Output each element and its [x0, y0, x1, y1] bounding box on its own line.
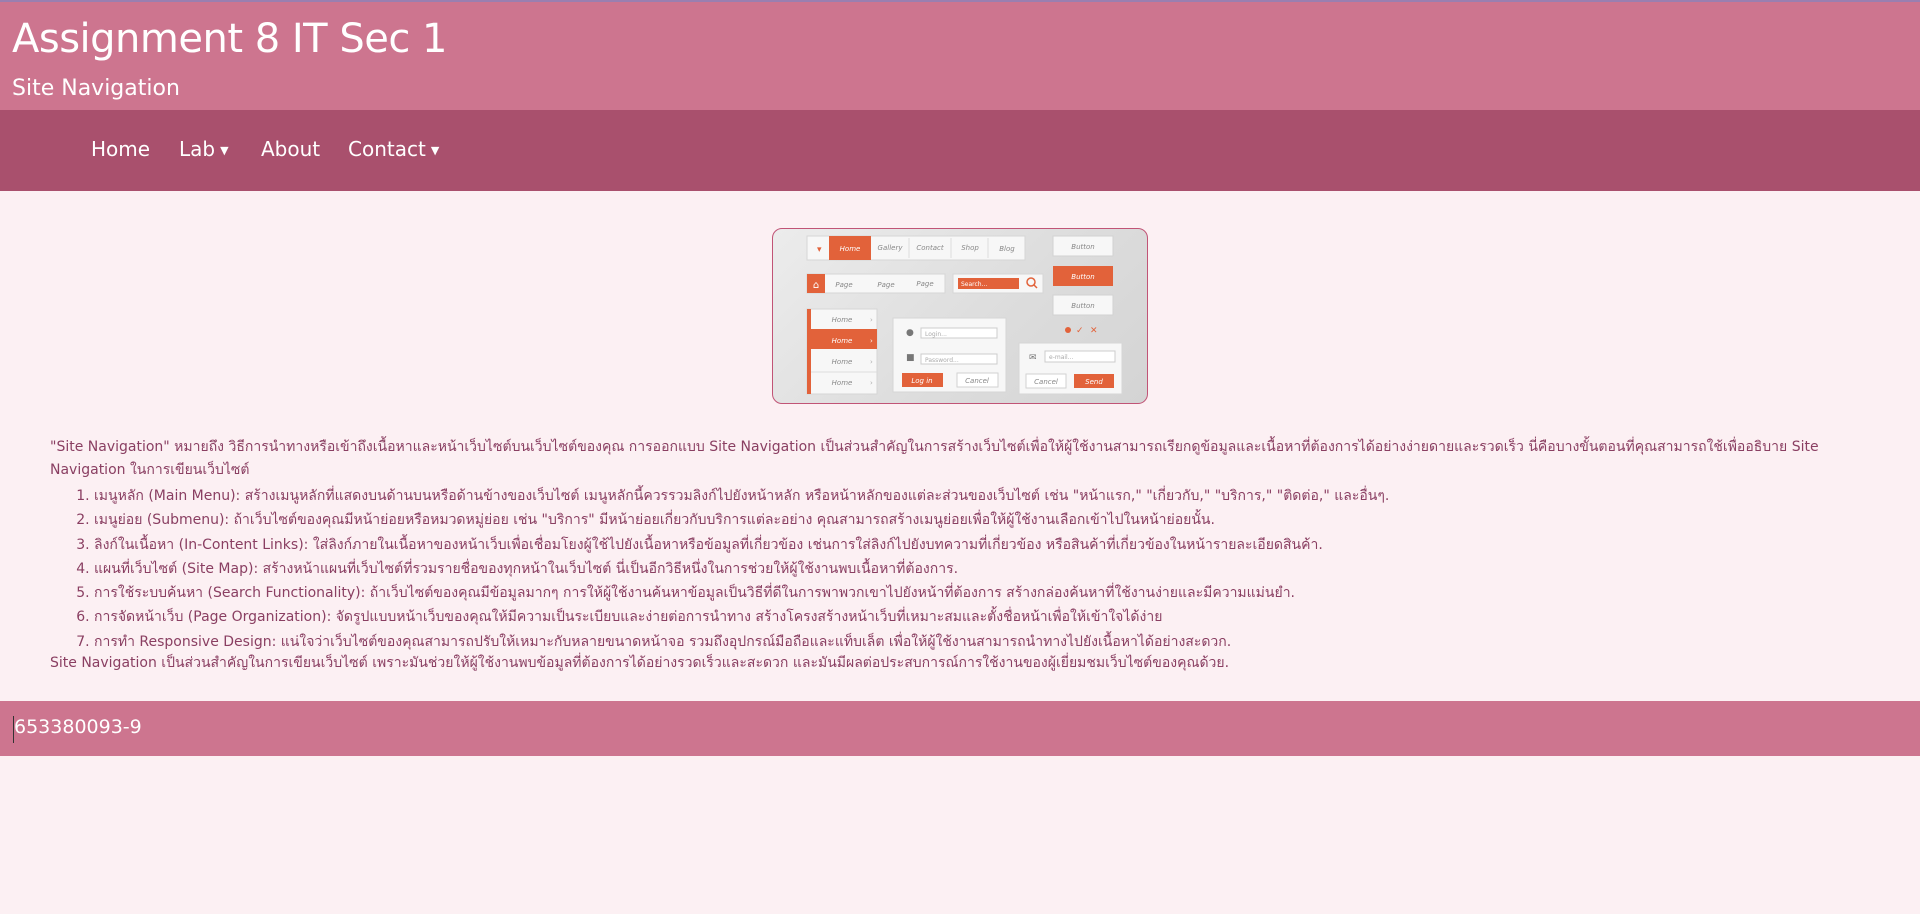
- email-placeholder: e-mail...: [1049, 354, 1074, 361]
- nav-item-contact[interactable]: Contact ▼: [348, 136, 439, 164]
- search-sample: Search...: [952, 273, 1044, 294]
- nav-item-lab-label: Lab: [179, 137, 216, 161]
- breadcrumb-page-label: Page: [877, 281, 894, 289]
- side-menu-sample: Home › Home › Home › Home ›: [806, 308, 878, 395]
- cancel-button-label: Cancel: [1034, 378, 1058, 386]
- breadcrumb-page-label: Page: [916, 280, 933, 288]
- email-form-sample: ✉ e-mail... Cancel Send: [1018, 342, 1123, 395]
- home-icon: ⌂: [813, 280, 819, 291]
- lock-icon: ■: [906, 353, 915, 363]
- side-menu-label: Home: [832, 337, 853, 345]
- sample-button-label: Button: [1071, 273, 1094, 281]
- radio-icon: [1065, 327, 1071, 333]
- site-title: Assignment 8 IT Sec 1: [12, 16, 448, 62]
- login-placeholder: Login...: [925, 331, 947, 338]
- list-item: เมนูหลัก (Main Menu): สร้างเมนูหลักที่แส…: [94, 484, 1880, 508]
- nav-item-about-label: About: [261, 137, 321, 161]
- site-subtitle: Site Navigation: [12, 76, 180, 101]
- login-button-label: Log in: [911, 377, 932, 385]
- mail-icon: ✉: [1029, 353, 1037, 363]
- search-placeholder: Search...: [961, 281, 987, 288]
- breadcrumb-sample: ⌂ Page Page Page: [806, 273, 946, 294]
- nav-item-home[interactable]: Home: [91, 136, 150, 162]
- nav-item-about[interactable]: About: [261, 136, 320, 162]
- main-content: ▾ Home Gallery Contact Shop Blog Button …: [0, 191, 1920, 701]
- side-menu-label: Home: [832, 379, 853, 387]
- navigation-steps-list: เมนูหลัก (Main Menu): สร้างเมนูหลักที่แส…: [50, 484, 1880, 654]
- chevron-right-icon: ›: [870, 358, 873, 366]
- tab-label-gallery: Gallery: [878, 244, 904, 252]
- tab-label-blog: Blog: [999, 245, 1015, 253]
- chevron-right-icon: ›: [870, 337, 873, 345]
- sample-button-label: Button: [1071, 302, 1094, 310]
- caret-down-icon: ▼: [430, 144, 440, 157]
- conclusion-paragraph: Site Navigation เป็นส่วนสำคัญในการเขียนเ…: [50, 655, 1230, 671]
- chevron-right-icon: ›: [870, 379, 873, 387]
- main-nav: Home Lab ▼ About Contact ▼: [0, 110, 1920, 191]
- sample-button-label: Button: [1071, 243, 1094, 251]
- password-placeholder: Password...: [925, 357, 959, 364]
- cancel-button-label: Cancel: [965, 377, 989, 385]
- nav-item-contact-label: Contact: [348, 137, 426, 161]
- tab-bar: ▾ Home Gallery Contact Shop Blog: [806, 235, 1026, 261]
- list-item: ลิงก์ในเนื้อหา (In-Content Links): ใส่ลิ…: [94, 533, 1880, 557]
- site-footer: 653380093-9: [0, 701, 1920, 756]
- caret-down-icon: ▼: [220, 144, 229, 157]
- side-menu-label: Home: [832, 358, 853, 366]
- close-icon: ✕: [1090, 326, 1098, 336]
- tab-label-home: Home: [840, 245, 861, 253]
- user-icon: ●: [906, 328, 914, 338]
- chevron-down-icon: ▾: [817, 245, 822, 255]
- navigation-ui-kit-image: ▾ Home Gallery Contact Shop Blog Button …: [772, 228, 1148, 404]
- list-item: การใช้ระบบค้นหา (Search Functionality): …: [94, 581, 1880, 605]
- intro-paragraph: "Site Navigation" หมายถึง วิธีการนำทางหร…: [50, 439, 1819, 478]
- sample-buttons: Button Button Button: [1052, 235, 1114, 316]
- list-item: การจัดหน้าเว็บ (Page Organization): จัดร…: [94, 605, 1880, 629]
- list-item: เมนูย่อย (Submenu): ถ้าเว็บไซต์ของคุณมีห…: [94, 508, 1880, 532]
- breadcrumb-page-label: Page: [835, 281, 852, 289]
- check-icon: ✓: [1076, 326, 1084, 336]
- site-header: Assignment 8 IT Sec 1 Site Navigation: [0, 0, 1920, 110]
- list-item: การทำ Responsive Design: แน่ใจว่าเว็บไซต…: [94, 630, 1880, 654]
- side-menu-label: Home: [832, 316, 853, 324]
- chevron-right-icon: ›: [870, 316, 873, 324]
- tab-label-shop: Shop: [961, 244, 979, 252]
- login-form-sample: ● Login... ■ Password... Log in Cancel: [892, 317, 1007, 393]
- nav-item-lab[interactable]: Lab ▼: [179, 136, 229, 164]
- tab-label-contact: Contact: [916, 244, 943, 252]
- nav-item-home-label: Home: [91, 137, 151, 161]
- student-id: 653380093-9: [14, 716, 142, 738]
- send-button-label: Send: [1085, 378, 1103, 386]
- control-icons: ✓ ✕: [1065, 326, 1098, 336]
- list-item: แผนที่เว็บไซต์ (Site Map): สร้างหน้าแผนท…: [94, 557, 1880, 581]
